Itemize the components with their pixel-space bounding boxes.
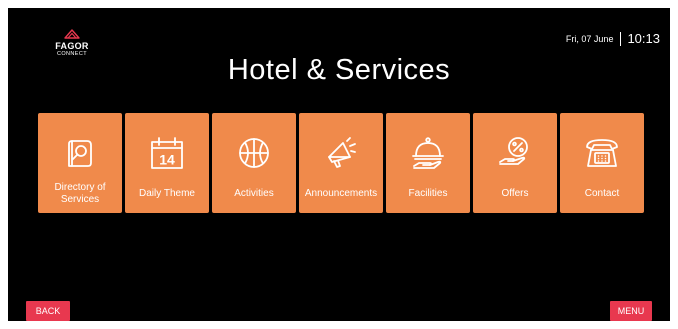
tile-contact[interactable]: Contact	[560, 113, 644, 213]
tile-facilities[interactable]: Facilities	[386, 113, 470, 213]
date-time: Fri, 07 June 10:13	[566, 31, 660, 46]
directory-search-icon	[38, 135, 122, 171]
tile-directory-of-services[interactable]: Directory of Services	[38, 113, 122, 213]
logo-mark-icon	[64, 29, 80, 39]
page-title: Hotel & Services	[227, 54, 451, 86]
tile-label: Announcements	[304, 188, 378, 199]
telephone-icon	[560, 135, 644, 171]
megaphone-icon	[299, 135, 383, 171]
service-tiles: Directory of Services 14 Daily Theme Act…	[38, 113, 644, 213]
tile-label: Daily Theme	[139, 188, 195, 199]
basketball-icon	[212, 135, 296, 171]
date-text: Fri, 07 June	[565, 33, 614, 44]
tile-label: Contact	[584, 188, 620, 199]
tile-label: Directory of Services	[54, 182, 106, 205]
menu-button[interactable]: MENU	[610, 301, 652, 321]
tile-announcements[interactable]: Announcements	[299, 113, 383, 213]
tile-offers[interactable]: Offers	[473, 113, 557, 213]
back-button[interactable]: BACK	[26, 301, 70, 321]
tile-label: Facilities	[408, 188, 448, 199]
tile-label: Activities	[234, 188, 274, 199]
date-time-divider	[620, 31, 622, 46]
cloche-icon	[386, 135, 470, 171]
clock-time: 10:13	[627, 31, 660, 46]
percent-hand-icon	[473, 135, 557, 171]
calendar-day-number: 14	[159, 152, 175, 168]
tile-label: Offers	[501, 188, 529, 199]
tile-activities[interactable]: Activities	[212, 113, 296, 213]
tv-screen: FAGOR CONNECT Fri, 07 June 10:13 Hotel &…	[8, 8, 670, 321]
brand-name: FAGOR	[55, 41, 89, 51]
calendar-icon: 14	[125, 135, 209, 171]
tile-daily-theme[interactable]: 14 Daily Theme	[125, 113, 209, 213]
